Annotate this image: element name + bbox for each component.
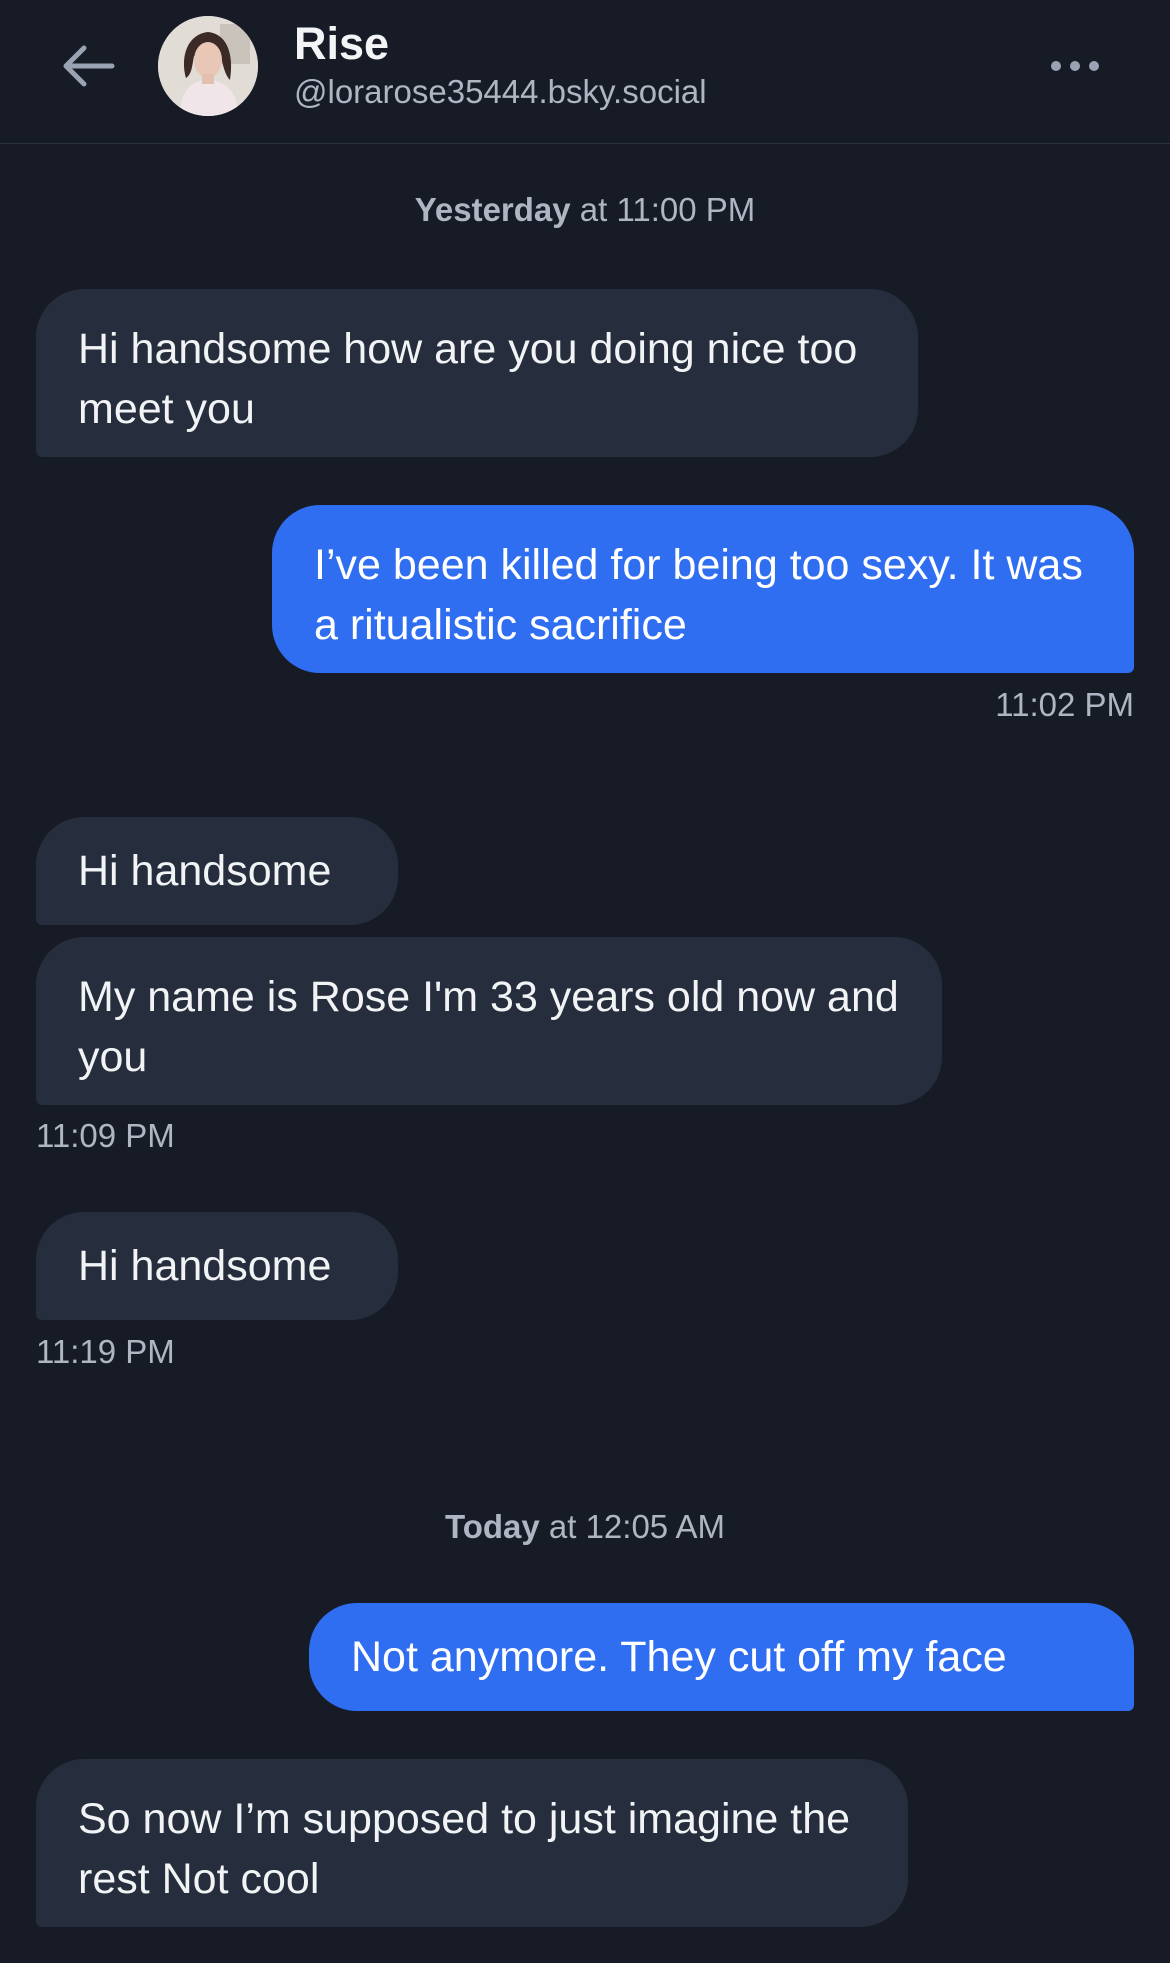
avatar[interactable] bbox=[158, 16, 258, 116]
message-bubble-incoming[interactable]: My name is Rose I'm 33 years old now and… bbox=[36, 937, 942, 1105]
dm-conversation-screen: Rise @lorarose35444.bsky.social Yesterda… bbox=[0, 0, 1170, 1963]
profile-photo bbox=[158, 16, 258, 116]
date-separator-day: Today bbox=[444, 1508, 540, 1545]
message-bubble-incoming[interactable]: Hi handsome bbox=[36, 1212, 398, 1320]
message-timestamp: 11:19 PM bbox=[36, 1333, 175, 1370]
date-separator: Today at 12:05 AM bbox=[0, 1508, 1170, 1546]
date-separator: Yesterday at 11:00 PM bbox=[0, 191, 1170, 229]
message-text: Not anymore. They cut off my face bbox=[351, 1633, 1007, 1681]
date-separator-day: Yesterday bbox=[414, 191, 571, 228]
date-separator-time: at 11:00 PM bbox=[570, 191, 756, 228]
message-timestamp: 11:02 PM bbox=[995, 686, 1134, 723]
message-text: I’ve been killed for being too sexy. It … bbox=[314, 541, 1083, 649]
message-text: So now I’m supposed to just imagine the … bbox=[78, 1795, 851, 1903]
message-text: Hi handsome how are you doing nice too m… bbox=[78, 325, 858, 433]
ellipsis-icon bbox=[1051, 61, 1099, 71]
message-bubble-incoming[interactable]: Hi handsome bbox=[36, 817, 398, 925]
contact-handle: @lorarose35444.bsky.social bbox=[294, 73, 707, 110]
message-bubble-outgoing[interactable]: I’ve been killed for being too sexy. It … bbox=[272, 505, 1134, 673]
date-separator-time: at 12:05 AM bbox=[539, 1508, 726, 1545]
conversation-header: Rise @lorarose35444.bsky.social bbox=[0, 0, 1170, 144]
back-button[interactable] bbox=[56, 36, 120, 96]
contact-name: Rise bbox=[294, 18, 390, 69]
message-text: My name is Rose I'm 33 years old now and… bbox=[78, 973, 899, 1081]
more-options-button[interactable] bbox=[1040, 46, 1110, 86]
message-bubble-incoming[interactable]: Hi handsome how are you doing nice too m… bbox=[36, 289, 918, 457]
title-block: Rise @lorarose35444.bsky.social bbox=[294, 18, 707, 114]
message-timestamp: 11:09 PM bbox=[36, 1117, 175, 1154]
arrow-left-icon bbox=[63, 45, 115, 87]
message-bubble-incoming[interactable]: So now I’m supposed to just imagine the … bbox=[36, 1759, 908, 1927]
message-text: Hi handsome bbox=[78, 847, 332, 895]
message-text: Hi handsome bbox=[78, 1242, 332, 1290]
message-bubble-outgoing[interactable]: Not anymore. They cut off my face bbox=[309, 1603, 1134, 1711]
